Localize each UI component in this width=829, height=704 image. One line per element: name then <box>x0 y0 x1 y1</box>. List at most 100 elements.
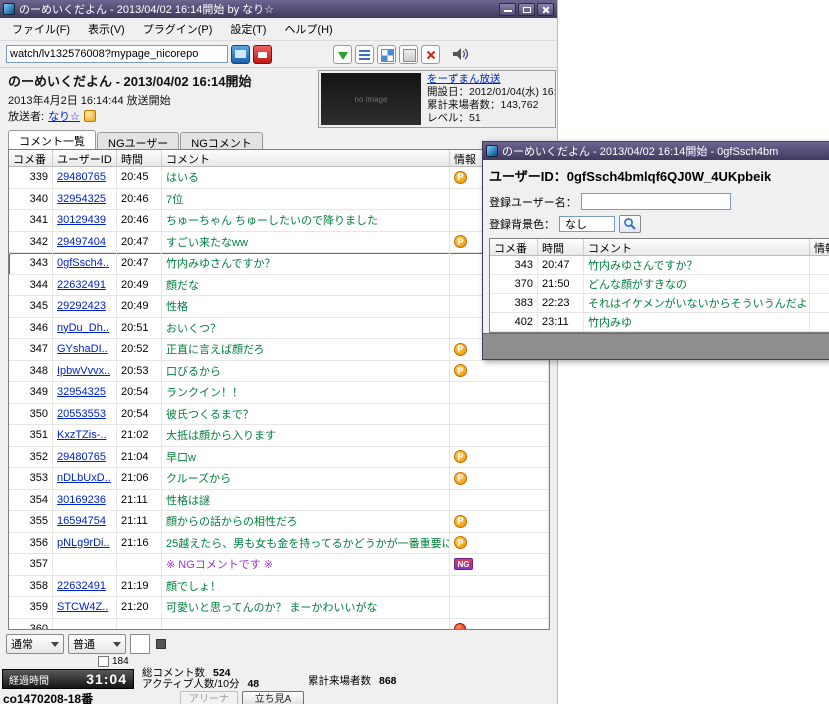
user-id-link[interactable]: 29292423 <box>57 300 106 312</box>
comment-row[interactable]: 353nDLbUxD..21:06クルーズからP <box>9 468 549 490</box>
comment-info <box>810 256 829 275</box>
comment-row[interactable]: 346nyDu_Dh..20:51おいくつ？ <box>9 318 549 340</box>
user-id-cell: 32954325 <box>53 189 117 211</box>
arena-button[interactable]: アリーナ <box>180 691 238 704</box>
user-comment-row[interactable]: 40223:11竹内みゆ <box>490 313 829 332</box>
user-comment-row[interactable]: 34320:47竹内みゆさんですか？ <box>490 256 829 275</box>
comment-row[interactable]: 356pNLg9rDi..21:1625越えたら、男も女も金を持ってるかどうかが… <box>9 533 549 555</box>
comment-time: 20:53 <box>117 361 162 383</box>
community-thumbnail: no image <box>321 73 421 125</box>
download-icon[interactable] <box>333 45 352 64</box>
close-button[interactable] <box>537 3 554 16</box>
tv-icon[interactable] <box>231 45 250 64</box>
playlist-icon[interactable] <box>355 45 374 64</box>
user-comment-row[interactable]: 38322:23それはイケメンがいないからそういうんだよ <box>490 294 829 313</box>
menu-file[interactable]: ファイル(F) <box>4 18 78 40</box>
minimize-button[interactable] <box>499 3 516 16</box>
comment-text: ちゅーちゃん ちゅーしたいので降りました <box>162 210 450 232</box>
comment-row[interactable]: 357※ NGコメントです ※NG <box>9 554 549 576</box>
comment-row[interactable]: 347GYshaDI..20:52正直に言えば顔だろP <box>9 339 549 361</box>
url-input[interactable] <box>6 45 228 63</box>
comment-row[interactable]: 3392948076520:45はいるP <box>9 167 549 189</box>
comment-row[interactable]: 3502055355320:54彼氏つくるまで？ <box>9 404 549 426</box>
comment-row[interactable]: 360 <box>9 619 549 631</box>
comment-row[interactable]: 3413012943920:46ちゅーちゃん ちゅーしたいので降りました <box>9 210 549 232</box>
standing-a-button[interactable]: 立ち見A <box>242 691 304 704</box>
user-id-link[interactable]: 30169236 <box>57 494 106 506</box>
tab-ng-user[interactable]: NGユーザー <box>97 132 179 149</box>
header-comment-number[interactable]: コメ番 <box>490 239 538 255</box>
comment-info <box>450 382 549 404</box>
header-user-id[interactable]: ユーザーID <box>53 150 117 166</box>
background-color-field[interactable]: なし <box>559 216 615 232</box>
header-time[interactable]: 時間 <box>117 150 162 166</box>
menu-settings[interactable]: 設定(T) <box>222 18 274 40</box>
comment-color-select[interactable]: 普通 <box>68 634 126 654</box>
header-comment[interactable]: コメント <box>584 239 810 255</box>
tab-comment-list[interactable]: コメント一覧 <box>8 130 96 149</box>
comment-row[interactable]: 351KxzTZis-..21:02大抵は顔から入ります <box>9 425 549 447</box>
user-id-link[interactable]: 30129439 <box>57 214 106 226</box>
comment-number: 346 <box>9 318 53 340</box>
user-id-link[interactable]: nDLbUxD.. <box>57 472 111 484</box>
maximize-button[interactable] <box>518 3 535 16</box>
speaker-icon[interactable] <box>451 45 470 64</box>
color-swatch-button[interactable] <box>130 634 150 654</box>
comment-row[interactable]: 3522948076521:04早口wP <box>9 447 549 469</box>
close-x-icon[interactable] <box>421 45 440 64</box>
header-info[interactable]: 情報 <box>810 239 829 255</box>
comment-row[interactable]: 3493295432520:54ランクイン！！ <box>9 382 549 404</box>
comment-number: 355 <box>9 511 53 533</box>
menu-plugin[interactable]: プラグイン(P) <box>135 18 221 40</box>
comment-row[interactable]: 3452929242320:49性格 <box>9 296 549 318</box>
comment-info <box>450 490 549 512</box>
user-id-link[interactable]: GYshaDI.. <box>57 343 108 355</box>
user-id-link[interactable]: STCW4Z.. <box>57 601 108 613</box>
user-id-link[interactable]: 29497404 <box>57 236 106 248</box>
header-time[interactable]: 時間 <box>538 239 584 255</box>
main-titlebar[interactable]: のーめいくだよん - 2013/04/02 16:14開始 by なり☆ <box>0 0 557 18</box>
user-id-link[interactable]: 32954325 <box>57 193 106 205</box>
user-id-cell: 30129439 <box>53 210 117 232</box>
comment-table-header: コメ番 ユーザーID 時間 コメント 情報 <box>9 150 549 167</box>
comment-row[interactable]: 3422949740420:47すごい来たなwwP <box>9 232 549 254</box>
magnifier-button[interactable] <box>619 215 641 233</box>
user-id-link[interactable]: 16594754 <box>57 515 106 527</box>
menu-view[interactable]: 表示(V) <box>80 18 133 40</box>
user-id-link[interactable]: nyDu_Dh.. <box>57 322 109 334</box>
user-id-link[interactable]: IpbwVvvx.. <box>57 365 110 377</box>
user-id-link[interactable]: 0gfSsch4.. <box>57 257 109 269</box>
caster-name-link[interactable]: なり☆ <box>48 108 80 124</box>
user-comment-row[interactable]: 37021:50どんな顔がすきなの <box>490 275 829 294</box>
user-id-link[interactable]: 32954325 <box>57 386 106 398</box>
mini-swatch-button[interactable] <box>156 639 166 649</box>
header-comment[interactable]: コメント <box>162 150 450 166</box>
registered-name-input[interactable] <box>581 193 731 210</box>
comment-row[interactable]: 359STCW4Z..21:20可愛いと思ってんのか？ まーかわいいがな <box>9 597 549 619</box>
window-grid-icon[interactable] <box>377 45 396 64</box>
comment-row[interactable]: 348IpbwVvvx..20:53口びるからP <box>9 361 549 383</box>
comment-row[interactable]: 3543016923621:11性格は謎 <box>9 490 549 512</box>
user-id-link[interactable]: 29480765 <box>57 171 106 183</box>
user-id-link[interactable]: 20553553 <box>57 408 106 420</box>
user-id-link[interactable]: 22632491 <box>57 580 106 592</box>
nico-alert-icon[interactable] <box>253 45 272 64</box>
user-id-cell: 32954325 <box>53 382 117 404</box>
comment-row[interactable]: 3582263249121:19顔でしょ！ <box>9 576 549 598</box>
community-link[interactable]: をーずまん放送 <box>427 73 501 85</box>
comment-row[interactable]: 3442263249120:49顔だな <box>9 275 549 297</box>
user-id-link[interactable]: 22632491 <box>57 279 106 291</box>
tab-ng-comment[interactable]: NGコメント <box>180 132 263 149</box>
menu-help[interactable]: ヘルプ(H) <box>276 18 340 40</box>
comment-row[interactable]: 3403295432520:467位 <box>9 189 549 211</box>
header-comment-number[interactable]: コメ番 <box>9 150 53 166</box>
anonymous-184-checkbox[interactable] <box>98 656 109 667</box>
comment-row[interactable]: 3551659475421:11顔からの話からの相性だろP <box>9 511 549 533</box>
user-window-titlebar[interactable]: のーめいくだよん - 2013/04/02 16:14開始 - 0gfSsch4… <box>483 142 829 160</box>
user-id-link[interactable]: KxzTZis-.. <box>57 429 107 441</box>
comment-row[interactable]: 3430gfSsch4..20:47竹内みゆさんですか？ <box>9 253 549 275</box>
capture-icon[interactable] <box>399 45 418 64</box>
comment-size-select[interactable]: 通常 <box>6 634 64 654</box>
user-id-link[interactable]: pNLg9rDi.. <box>57 537 110 549</box>
user-id-link[interactable]: 29480765 <box>57 451 106 463</box>
